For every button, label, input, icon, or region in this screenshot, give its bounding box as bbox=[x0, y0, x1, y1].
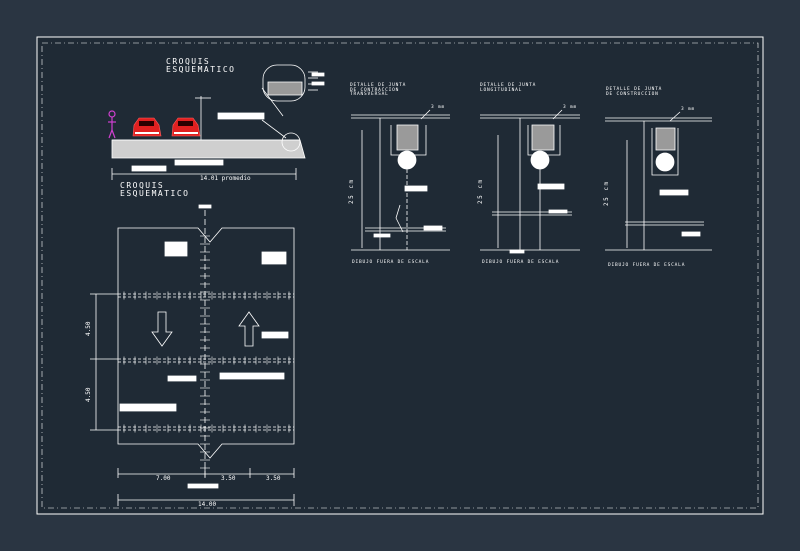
plan-dim-bottom-total: 14.00 bbox=[198, 501, 217, 508]
profile-width-label: 14.01 promedio bbox=[200, 175, 251, 182]
detail-mm-label: 3 mm bbox=[563, 105, 578, 110]
plan-dim-bottom-left: 7.00 bbox=[156, 475, 171, 482]
road-slab bbox=[111, 139, 306, 159]
detail-depth-label: 25 cm bbox=[477, 178, 484, 204]
detail-title: DETALLE DE JUNTA DE CONSTRUCCION bbox=[606, 87, 663, 97]
detail-footer: DIBUJO FUERA DE ESCALA bbox=[352, 260, 430, 265]
detail-footer: DIBUJO FUERA DE ESCALA bbox=[482, 260, 560, 265]
sketch-title: CROQUIS ESQUEMATICO bbox=[166, 57, 236, 74]
plan-dim-bottom-right: 3.50 bbox=[266, 475, 281, 482]
plan-title: CROQUIS ESQUEMATICO bbox=[120, 181, 190, 198]
detail-mm-label: 3 mm bbox=[431, 105, 446, 110]
sheet-background bbox=[36, 36, 764, 515]
detail-mm-label: 3 mm bbox=[681, 107, 696, 112]
plan-dim-left-upper: 4.50 bbox=[85, 321, 92, 336]
detail-depth-label: 25 cm bbox=[603, 180, 610, 206]
plan-dim-left-lower: 4.50 bbox=[85, 387, 92, 402]
plan-dim-bottom-mid: 3.50 bbox=[221, 475, 236, 482]
detail-title: DETALLE DE JUNTA DE CONTRACCION TRANSVER… bbox=[350, 83, 407, 97]
detail-footer: DIBUJO FUERA DE ESCALA bbox=[608, 263, 686, 268]
detail-title: DETALLE DE JUNTA LONGITUDINAL bbox=[480, 83, 537, 93]
detail-depth-label: 25 cm bbox=[348, 178, 355, 204]
